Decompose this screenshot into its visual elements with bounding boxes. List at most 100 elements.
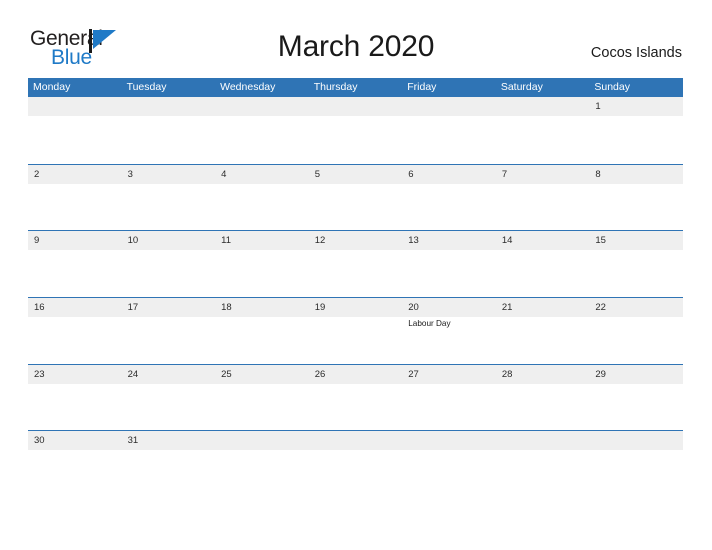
day-cell[interactable] (402, 184, 496, 230)
day-cell[interactable] (496, 250, 590, 296)
day-cell[interactable] (402, 450, 496, 496)
calendar-grid: Monday Tuesday Wednesday Thursday Friday Satu… (28, 78, 683, 497)
day-number-empty (309, 97, 403, 116)
day-cell[interactable] (496, 116, 590, 162)
calendar-week-row: 1 (28, 97, 683, 164)
day-number-empty (215, 431, 309, 450)
day-cell[interactable] (28, 384, 122, 430)
day-cell[interactable] (402, 384, 496, 430)
day-cell[interactable] (28, 184, 122, 230)
day-cell[interactable] (28, 250, 122, 296)
day-number[interactable]: 18 (215, 298, 309, 317)
day-number-empty (28, 97, 122, 116)
day-cell[interactable] (309, 116, 403, 162)
region-label: Cocos Islands (590, 45, 682, 61)
day-cell[interactable] (122, 184, 216, 230)
day-cell[interactable] (28, 116, 122, 162)
day-number[interactable]: 30 (28, 431, 122, 450)
week-event-body (28, 116, 683, 162)
day-cell[interactable] (496, 317, 590, 363)
day-cell[interactable] (215, 317, 309, 363)
day-number[interactable]: 9 (28, 231, 122, 250)
day-number[interactable]: 10 (122, 231, 216, 250)
day-cell[interactable] (122, 116, 216, 162)
day-cell[interactable] (122, 317, 216, 363)
day-cell[interactable] (309, 184, 403, 230)
day-cell[interactable] (309, 250, 403, 296)
day-cell[interactable] (215, 250, 309, 296)
day-number[interactable]: 15 (589, 231, 683, 250)
calendar-weeks: 1 2 3 4 5 6 7 8 9 10 11 12 13 14 15 16 17 18 19 20 21 22 Labou… (28, 97, 683, 497)
day-number-empty (402, 431, 496, 450)
day-number-empty (402, 97, 496, 116)
day-number[interactable]: 20 (402, 298, 496, 317)
day-number[interactable]: 27 (402, 365, 496, 384)
day-number[interactable]: 5 (309, 165, 403, 184)
calendar-week-row: 9 10 11 12 13 14 15 (28, 230, 683, 297)
day-cell[interactable] (28, 317, 122, 363)
day-number[interactable]: 19 (309, 298, 403, 317)
day-number[interactable]: 7 (496, 165, 590, 184)
weekday-header-thursday: Thursday (313, 81, 358, 93)
day-cell[interactable] (589, 317, 683, 363)
week-event-body: Labour Day (28, 317, 683, 364)
day-cell[interactable]: Labour Day (402, 317, 496, 363)
day-number[interactable]: 23 (28, 365, 122, 384)
day-cell[interactable] (122, 384, 216, 430)
day-number[interactable]: 21 (496, 298, 590, 317)
day-number[interactable]: 2 (28, 165, 122, 184)
day-cell[interactable] (589, 250, 683, 296)
day-number[interactable]: 25 (215, 365, 309, 384)
day-number[interactable]: 29 (589, 365, 683, 384)
week-date-band: 30 31 (28, 431, 683, 451)
day-number-empty (215, 97, 309, 116)
day-number[interactable]: 28 (496, 365, 590, 384)
calendar-week-row: 30 31 (28, 430, 683, 497)
day-number[interactable]: 13 (402, 231, 496, 250)
weekday-header-sunday: Sunday (594, 81, 630, 93)
day-cell[interactable] (309, 317, 403, 363)
holiday-event-label: Labour Day (408, 319, 451, 329)
day-cell[interactable] (215, 116, 309, 162)
day-number[interactable]: 4 (215, 165, 309, 184)
day-number[interactable]: 12 (309, 231, 403, 250)
calendar-week-row: 16 17 18 19 20 21 22 Labour Day (28, 297, 683, 364)
day-number[interactable]: 11 (215, 231, 309, 250)
page-header: General Blue March 2020 Cocos Islands (0, 0, 712, 76)
day-cell[interactable] (402, 116, 496, 162)
day-cell[interactable] (496, 450, 590, 496)
day-number-empty (122, 97, 216, 116)
day-cell[interactable] (122, 250, 216, 296)
day-cell[interactable] (309, 384, 403, 430)
day-number[interactable]: 3 (122, 165, 216, 184)
day-number[interactable]: 8 (589, 165, 683, 184)
week-date-band: 2345678 (28, 164, 683, 184)
day-number[interactable]: 14 (496, 231, 590, 250)
day-number-empty (496, 97, 590, 116)
day-cell[interactable] (28, 450, 122, 496)
day-cell[interactable] (215, 384, 309, 430)
day-number[interactable]: 6 (402, 165, 496, 184)
day-cell[interactable] (215, 184, 309, 230)
calendar-week-row: 2345678 (28, 163, 683, 231)
day-number[interactable]: 17 (122, 298, 216, 317)
day-number[interactable]: 1 (589, 97, 683, 116)
day-cell[interactable] (589, 384, 683, 430)
day-number[interactable]: 26 (309, 365, 403, 384)
day-number[interactable]: 31 (122, 431, 216, 450)
week-date-band: 9 10 11 12 13 14 15 (28, 231, 683, 251)
day-cell[interactable] (589, 184, 683, 230)
day-cell[interactable] (402, 250, 496, 296)
day-cell[interactable] (589, 450, 683, 496)
day-cell[interactable] (309, 450, 403, 496)
day-number[interactable]: 16 (28, 298, 122, 317)
week-date-band: 23 24 25 26 27 28 29 (28, 364, 683, 384)
day-cell[interactable] (215, 450, 309, 496)
day-number[interactable]: 24 (122, 365, 216, 384)
day-cell[interactable] (496, 384, 590, 430)
day-number-empty (589, 431, 683, 450)
day-cell[interactable] (589, 116, 683, 162)
day-number[interactable]: 22 (589, 298, 683, 317)
day-cell[interactable] (122, 450, 216, 496)
day-cell[interactable] (496, 184, 590, 230)
